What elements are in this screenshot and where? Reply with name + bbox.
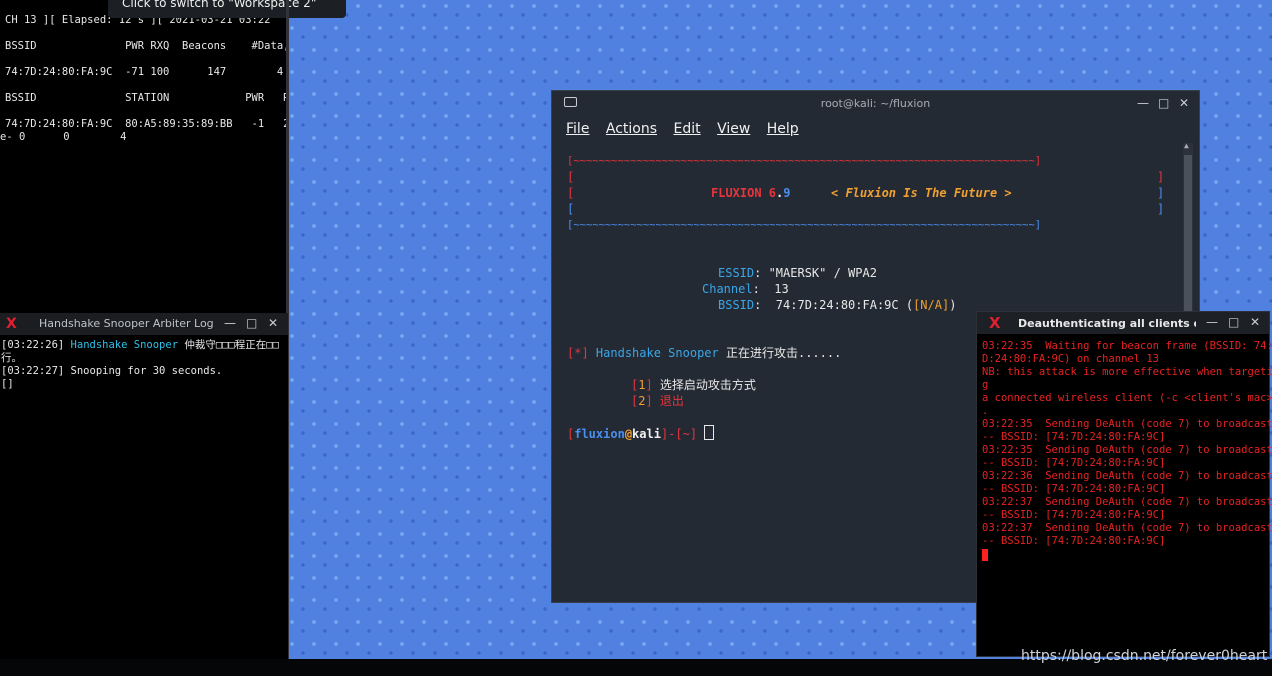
deauth-line: 03:22:37 Sending DeAuth (code 7) to broa… xyxy=(982,496,1272,508)
essid-label: ESSID xyxy=(718,266,755,280)
prompt-at: @ xyxy=(624,427,633,441)
attack-name: Handshake Snooper xyxy=(595,346,719,360)
deauth-line: 03:22:36 Sending DeAuth (code 7) to broa… xyxy=(982,470,1272,482)
menu-view[interactable]: View xyxy=(717,121,750,137)
option-text: 选择启动攻击方式 xyxy=(652,378,756,392)
minimize-icon[interactable]: — xyxy=(1206,315,1218,329)
deauth-output: 03:22:35 Waiting for beacon frame (BSSID… xyxy=(977,334,1272,565)
fluxion-banner-title: FLUXION 6.9 xyxy=(711,185,791,201)
deauth-line: a connected wireless client (-c <client'… xyxy=(982,392,1272,404)
menu-bar: File Actions Edit View Help xyxy=(566,121,811,137)
minimize-icon[interactable]: — xyxy=(224,316,236,330)
prompt-user: fluxion xyxy=(574,427,625,441)
title-bar[interactable]: root@kali: ~/fluxion — □ ✕ xyxy=(552,91,1199,117)
airodump-ap-columns: BSSID PWR RXQ Beacons #Data, xyxy=(5,40,286,52)
log-text-wrap: 行。 xyxy=(1,352,22,364)
close-icon[interactable]: ✕ xyxy=(1250,315,1260,329)
workspace-tooltip: Click to switch to "Workspace 2" xyxy=(108,0,346,18)
close-icon[interactable]: ✕ xyxy=(268,316,278,330)
menu-file[interactable]: File xyxy=(566,121,589,137)
deauth-line: 03:22:35 Waiting for beacon frame (BSSID… xyxy=(982,340,1272,352)
bssid-label: BSSID xyxy=(718,298,755,312)
close-icon[interactable]: ✕ xyxy=(1179,96,1189,110)
banner-bottom: [~~~~~~~~~~~~~~~~~~~~~~~~~~~~~~~~~~~~~~~… xyxy=(567,219,1042,231)
maximize-icon[interactable]: □ xyxy=(1158,96,1169,110)
fluxion-slogan: < Fluxion Is The Future > xyxy=(831,186,1012,200)
deauth-line: . xyxy=(982,405,989,417)
channel-label: Channel xyxy=(702,282,753,296)
window-title: root@kali: ~/fluxion xyxy=(820,97,931,110)
airodump-station-row-wrap: e- 0 0 4 xyxy=(0,131,127,143)
prompt-tail: ]-[~] xyxy=(660,427,698,441)
essid-value: : "MAERSK" / WPA2 xyxy=(754,266,877,280)
window-title: Deauthenticating all clients on MAERSK xyxy=(1018,317,1196,330)
deauth-line: 03:22:35 Sending DeAuth (code 7) to broa… xyxy=(982,444,1272,456)
deauth-line: -- BSSID: [74:7D:24:80:FA:9C] xyxy=(982,535,1166,547)
channel-line: Channel: 13 xyxy=(702,281,789,297)
deauth-terminal-window[interactable]: X Deauthenticating all clients on MAERSK… xyxy=(976,311,1272,657)
fluxion-version-major: 6 xyxy=(768,186,777,200)
menu-actions[interactable]: Actions xyxy=(606,121,657,137)
deauth-line: -- BSSID: [74:7D:24:80:FA:9C] xyxy=(982,483,1166,495)
attack-marker: [*] xyxy=(567,346,589,360)
deauth-line: -- BSSID: [74:7D:24:80:FA:9C] xyxy=(982,509,1166,521)
maximize-icon[interactable]: □ xyxy=(1228,315,1239,329)
log-line: [03:22:27] Snooping for 30 seconds. xyxy=(1,365,223,377)
menu-edit[interactable]: Edit xyxy=(673,121,700,137)
title-bar[interactable]: X Handshake Snooper Arbiter Log — □ ✕ xyxy=(0,313,288,335)
minimize-icon[interactable]: — xyxy=(1137,96,1149,110)
window-title: Handshake Snooper Arbiter Log xyxy=(39,317,214,330)
handshake-snooper-log-window[interactable]: X Handshake Snooper Arbiter Log — □ ✕ [0… xyxy=(0,313,288,659)
log-text: 仲裁守□□□程正在□□ xyxy=(178,339,279,351)
scroll-up-icon[interactable]: ▲ xyxy=(1184,141,1189,150)
menu-option-1: [1] 选择启动攻击方式 xyxy=(631,378,756,392)
maximize-icon[interactable]: □ xyxy=(246,316,257,330)
log-attack-name: Handshake Snooper xyxy=(70,339,179,351)
attack-status-text: 正在进行攻击...... xyxy=(718,346,842,360)
airodump-station-row: 74:7D:24:80:FA:9C 80:A5:89:35:89:BB -1 2… xyxy=(5,118,286,130)
essid-line: ESSID: "MAERSK" / WPA2 xyxy=(718,265,877,281)
fluxion-name: FLUXION xyxy=(711,186,769,200)
channel-value: : 13 xyxy=(752,282,789,296)
title-bar[interactable]: X Deauthenticating all clients on MAERSK… xyxy=(977,312,1269,334)
banner-bracket-left: [ xyxy=(567,186,575,200)
menu-help[interactable]: Help xyxy=(767,121,799,137)
text-cursor xyxy=(704,425,715,440)
bssid-na: [N/A] xyxy=(913,298,950,312)
text-cursor xyxy=(982,549,988,561)
deauth-line: 03:22:35 Sending DeAuth (code 7) to broa… xyxy=(982,418,1272,430)
banner-top: [~~~~~~~~~~~~~~~~~~~~~~~~~~~~~~~~~~~~~~~… xyxy=(567,155,1042,167)
banner-bracket-right: ] xyxy=(1157,186,1165,200)
deauth-line: NB: this attack is more effective when t… xyxy=(982,366,1272,378)
banner-bracket-left: [ xyxy=(567,202,575,216)
airodump-station-columns: BSSID STATION PWR R xyxy=(5,92,286,104)
deauth-line: -- BSSID: [74:7D:24:80:FA:9C] xyxy=(982,431,1166,443)
log-cursor: [] xyxy=(1,378,14,390)
banner-bracket-right: ] xyxy=(1157,202,1165,216)
bssid-end: ) xyxy=(949,298,957,312)
fluxion-x-icon: X xyxy=(6,316,17,332)
menu-option-2: [2] 退出 xyxy=(631,394,684,408)
log-timestamp: [03:22:26] xyxy=(1,339,65,351)
prompt-host: kali xyxy=(632,427,661,441)
deauth-line: D:24:80:FA:9C) on channel 13 xyxy=(982,353,1160,365)
log-output: [03:22:26] Handshake Snooper 仲裁守□□□程正在□□… xyxy=(0,335,288,391)
deauth-line: 03:22:37 Sending DeAuth (code 7) to broa… xyxy=(982,522,1272,534)
bssid-value: : 74:7D:24:80:FA:9C ( xyxy=(754,298,914,312)
fluxion-x-icon: X xyxy=(989,314,1001,332)
watermark: https://blog.csdn.net/forever0heart xyxy=(1021,648,1268,664)
deauth-line: -- BSSID: [74:7D:24:80:FA:9C] xyxy=(982,457,1166,469)
bssid-line: BSSID: 74:7D:24:80:FA:9C ([N/A]) xyxy=(718,297,956,313)
option-text: 退出 xyxy=(652,394,684,408)
deauth-line: g xyxy=(982,379,989,391)
banner-bracket-right: ] xyxy=(1157,170,1165,184)
airodump-terminal[interactable]: CH 13 ][ Elapsed: 12 s ][ 2021-03-21 03:… xyxy=(0,0,286,313)
attack-status-line: [*] Handshake Snooper 正在进行攻击...... xyxy=(567,345,841,361)
airodump-ap-row: 74:7D:24:80:FA:9C -71 100 147 4 xyxy=(5,66,284,78)
shell-prompt[interactable]: [fluxion@kali]-[~] xyxy=(567,425,715,442)
banner-bracket-left: [ xyxy=(567,170,575,184)
fluxion-version-minor: 9 xyxy=(783,186,791,200)
